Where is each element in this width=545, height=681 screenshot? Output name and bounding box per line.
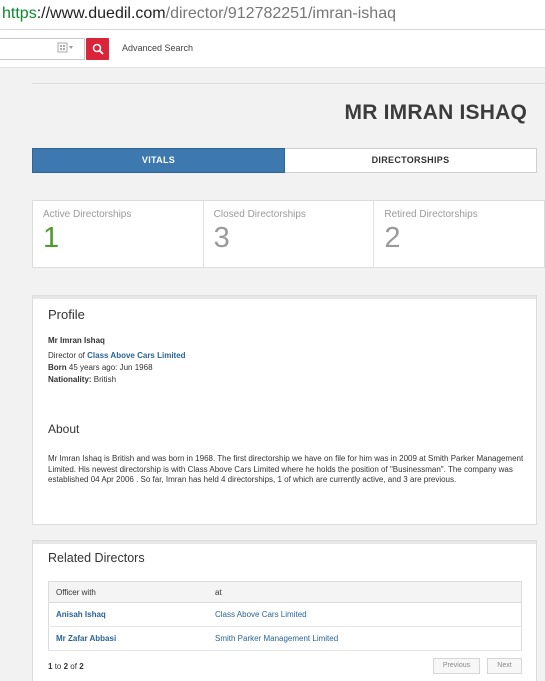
stat-label: Closed Directorships <box>213 209 306 220</box>
related-heading: Related Directors <box>48 551 145 565</box>
page-of: of <box>70 662 77 671</box>
table-header-row: Officer with at <box>48 581 522 603</box>
panel-border <box>33 541 536 544</box>
stat-value: 2 <box>384 222 401 254</box>
column-header: Officer with <box>48 581 208 603</box>
born-label: Born <box>48 363 67 372</box>
tab-vitals[interactable]: VITALS <box>32 148 285 173</box>
stat-active: Active Directorships 1 <box>33 201 204 267</box>
stat-retired: Retired Directorships 2 <box>374 201 544 267</box>
company-link[interactable]: Class Above Cars Limited <box>87 351 185 360</box>
nationality-label: Nationality: <box>48 375 92 384</box>
divider <box>32 83 545 84</box>
page-title: MR IMRAN ISHAQ <box>344 101 527 124</box>
address-bar[interactable]: https://www.duedil.com/director/91278225… <box>0 0 545 30</box>
previous-button[interactable]: Previous <box>433 658 480 674</box>
director-link[interactable]: Mr Zafar Abbasi <box>56 634 116 643</box>
related-directors-table: Officer with at Anisah Ishaq Class Above… <box>48 581 522 651</box>
page-total: 2 <box>79 662 84 671</box>
stat-closed: Closed Directorships 3 <box>204 201 375 267</box>
related-directors-panel: Related Directors Officer with at Anisah… <box>32 540 537 681</box>
company-link[interactable]: Class Above Cars Limited <box>215 610 307 619</box>
profile-panel: Profile Mr Imran Ishaq Director of Class… <box>32 295 537 525</box>
table-row: Anisah Ishaq Class Above Cars Limited <box>48 602 522 627</box>
pagination-info: 1 to 2 of 2 <box>48 662 84 671</box>
search-bar: Advanced Search <box>0 30 545 68</box>
column-header: at <box>208 581 522 603</box>
table-row: Mr Zafar Abbasi Smith Parker Management … <box>48 626 522 651</box>
page-end: 2 <box>63 662 69 671</box>
nationality-value: British <box>93 375 117 384</box>
born-line: Born 45 years ago: Jun 1968 <box>48 363 153 372</box>
director-cell: Mr Zafar Abbasi <box>48 626 208 651</box>
advanced-search-link[interactable]: Advanced Search <box>122 43 193 53</box>
director-link[interactable]: Anisah Ishaq <box>56 610 106 619</box>
stat-label: Active Directorships <box>43 209 132 220</box>
directorship-stats: Active Directorships 1 Closed Directorsh… <box>32 200 545 268</box>
born-value: 45 years ago: Jun 1968 <box>68 363 153 372</box>
url-scheme: https <box>2 5 37 22</box>
director-of-line: Director of Class Above Cars Limited <box>48 351 186 360</box>
page-start: 1 <box>48 662 53 671</box>
profile-name: Mr Imran Ishaq <box>48 336 105 345</box>
company-cell: Class Above Cars Limited <box>208 602 522 627</box>
company-link[interactable]: Smith Parker Management Limited <box>215 634 338 643</box>
page-to: to <box>54 662 62 671</box>
stat-value: 3 <box>213 222 230 254</box>
company-cell: Smith Parker Management Limited <box>208 626 522 651</box>
director-cell: Anisah Ishaq <box>48 602 208 627</box>
next-button[interactable]: Next <box>487 658 522 674</box>
tab-directorships[interactable]: DIRECTORSHIPS <box>285 148 537 173</box>
search-button[interactable] <box>86 38 109 60</box>
building-icon <box>57 42 73 53</box>
stat-label: Retired Directorships <box>384 209 478 220</box>
profile-heading: Profile <box>48 307 85 322</box>
director-of-prefix: Director of <box>48 351 85 360</box>
about-text: Mr Imran Ishaq is British and was born i… <box>48 454 524 484</box>
url-host: ://www.duedil.com <box>36 5 166 22</box>
panel-border <box>33 296 536 299</box>
search-type-dropdown[interactable] <box>57 42 73 56</box>
url-path: /director/912782251/imran-ishaq <box>165 5 396 22</box>
nationality-line: Nationality: British <box>48 375 116 384</box>
stat-value: 1 <box>43 222 60 254</box>
search-icon <box>92 43 104 55</box>
about-heading: About <box>48 422 80 436</box>
tab-bar: VITALS DIRECTORSHIPS <box>32 148 537 173</box>
